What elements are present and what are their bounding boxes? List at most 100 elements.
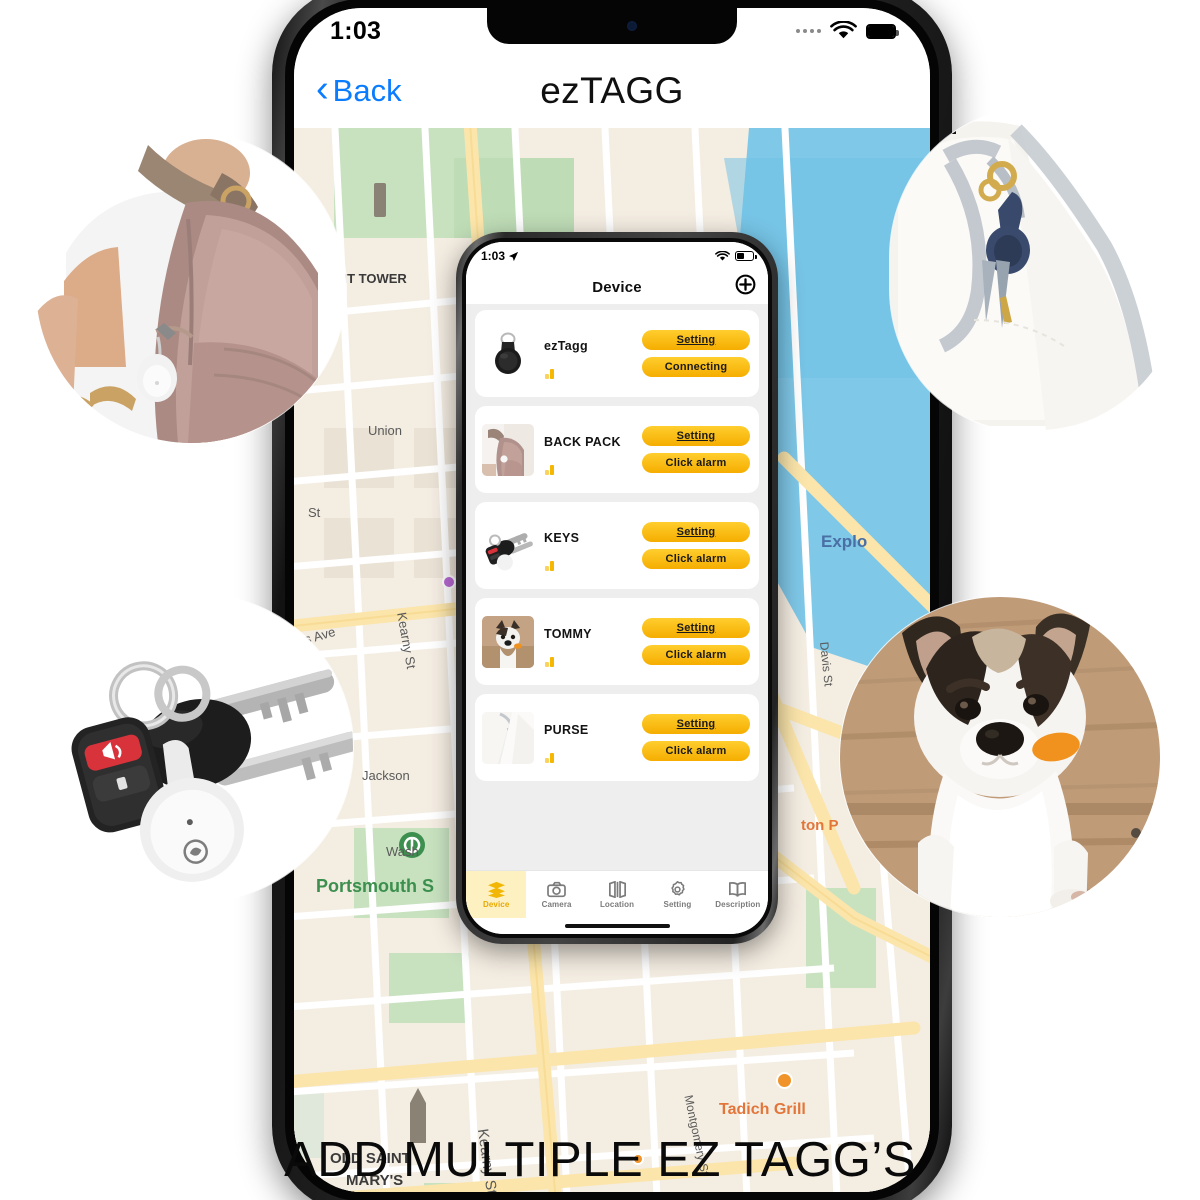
device-info: KEYS: [534, 502, 642, 589]
battery-icon: [735, 251, 757, 261]
app-screen: 1:03 Device ezTagg Setting Connecting BA…: [466, 242, 768, 934]
signal-bars-icon: [545, 465, 554, 475]
map-label: Jackson: [362, 768, 410, 783]
device-info: BACK PACK: [534, 406, 642, 493]
tracker-tag-black-icon: [482, 327, 534, 380]
table-row[interactable]: ezTagg Setting Connecting: [475, 310, 759, 397]
app-status-bar: 1:03: [466, 242, 768, 270]
map-icon: [608, 880, 626, 898]
device-action-button[interactable]: Click alarm: [642, 453, 750, 473]
device-name: KEYS: [544, 530, 580, 545]
map-label: Explo: [821, 532, 868, 551]
device-list[interactable]: ezTagg Setting Connecting BACK PACK Sett…: [466, 304, 768, 870]
device-name: ezTagg: [544, 338, 588, 353]
signal-bars-icon: [545, 369, 554, 379]
app-status-time-group: 1:03: [481, 249, 519, 263]
device-actions: Setting Connecting: [642, 330, 750, 377]
home-indicator[interactable]: [564, 924, 670, 928]
tab-location[interactable]: Location: [587, 871, 647, 918]
purse-photo-icon: [482, 711, 534, 764]
map-label: Union: [368, 423, 402, 438]
tab-device[interactable]: Device: [466, 871, 527, 918]
device-action-button[interactable]: Click alarm: [642, 549, 750, 569]
device-thumbnail-tracker-tag: [482, 327, 534, 380]
device-info: TOMMY: [534, 598, 642, 685]
back-button-label: Back: [332, 73, 402, 108]
signal-bars-icon: [545, 561, 554, 571]
map-label: Wash: [386, 844, 419, 859]
device-setting-button[interactable]: Setting: [642, 330, 750, 350]
tab-label: Setting: [663, 899, 692, 909]
signal-bars-icon: [545, 753, 554, 763]
app-status-time: 1:03: [481, 249, 506, 263]
dog-with-tracker-photo: [840, 597, 1160, 917]
device-info: PURSE: [534, 694, 642, 781]
tab-label: Location: [599, 899, 635, 909]
device-action-button[interactable]: Click alarm: [642, 741, 750, 761]
keys-photo-icon: [482, 519, 534, 572]
device-thumbnail-purse: [482, 711, 534, 764]
device-actions: Setting Click alarm: [642, 522, 750, 569]
device-thumbnail-keys: [482, 519, 534, 572]
map-poi-marker[interactable]: [442, 575, 456, 589]
device-info: ezTagg: [534, 310, 642, 397]
backpack-photo-icon: [482, 423, 534, 476]
table-row[interactable]: BACK PACK Setting Click alarm: [475, 406, 759, 493]
map-label: ton P: [801, 817, 839, 834]
device-actions: Setting Click alarm: [642, 714, 750, 761]
map-label: Portsmouth S: [316, 876, 435, 896]
device-setting-button[interactable]: Setting: [642, 522, 750, 542]
device-name: PURSE: [544, 722, 589, 737]
location-arrow-icon: [508, 251, 519, 261]
device-action-button[interactable]: Connecting: [642, 357, 750, 377]
signal-dots-icon: [796, 29, 821, 33]
app-tab-bar: Device Camera Location Setting Descripti…: [466, 870, 768, 918]
device-setting-button[interactable]: Setting: [642, 426, 750, 446]
tab-description[interactable]: Description: [708, 871, 768, 918]
device-name: BACK PACK: [544, 434, 621, 449]
gear-icon: [671, 880, 685, 896]
device-name: TOMMY: [544, 626, 592, 641]
inner-phone-bezel: 1:03 Device ezTagg Setting Connecting BA…: [462, 238, 772, 938]
device-actions: Setting Click alarm: [642, 426, 750, 473]
layers-icon: [487, 881, 505, 898]
outer-nav-bar: ‹ Back ezTAGG: [294, 54, 930, 128]
wifi-icon: [715, 250, 730, 260]
dog-photo-icon: [482, 615, 534, 668]
device-action-button[interactable]: Click alarm: [642, 645, 750, 665]
backpack-photo-art: [36, 133, 346, 443]
promo-image-canvas: COIT TOWER Union St s Ave Kearny St Jack…: [0, 0, 1200, 1200]
tab-camera[interactable]: Camera: [526, 871, 586, 918]
inner-phone-device: 1:03 Device ezTagg Setting Connecting BA…: [456, 232, 778, 944]
home-indicator-area: [466, 918, 768, 934]
dog-photo-art: [840, 597, 1160, 917]
map-label: Tadich Grill: [719, 1101, 806, 1118]
device-thumbnail-dog: [482, 615, 534, 668]
tab-label: Camera: [541, 899, 572, 909]
device-thumbnail-backpack: [482, 423, 534, 476]
device-setting-button[interactable]: Setting: [642, 618, 750, 638]
tab-label: Device: [483, 899, 510, 909]
tab-setting[interactable]: Setting: [647, 871, 707, 918]
backpack-with-tracker-photo: [36, 133, 346, 443]
table-row[interactable]: TOMMY Setting Click alarm: [475, 598, 759, 685]
promo-caption: ADD MULTIPLE EZ TAGG’S: [284, 1133, 916, 1187]
app-title: Device: [592, 278, 642, 296]
outer-status-time: 1:03: [330, 16, 382, 45]
table-row[interactable]: PURSE Setting Click alarm: [475, 694, 759, 781]
camera-icon: [547, 881, 566, 897]
table-row[interactable]: KEYS Setting Click alarm: [475, 502, 759, 589]
back-button[interactable]: ‹ Back: [316, 70, 402, 109]
add-device-button[interactable]: [735, 274, 756, 300]
keys-photo-art: [47, 595, 353, 901]
signal-bars-icon: [545, 657, 554, 667]
app-nav-bar: Device: [466, 270, 768, 304]
wifi-icon: [830, 21, 857, 39]
map-poi-marker[interactable]: [776, 1072, 793, 1089]
battery-icon: [866, 23, 899, 39]
device-setting-button[interactable]: Setting: [642, 714, 750, 734]
map-label: St: [308, 505, 321, 520]
tab-label: Description: [715, 899, 761, 909]
device-actions: Setting Click alarm: [642, 618, 750, 665]
keys-with-tracker-photo: [47, 595, 353, 901]
